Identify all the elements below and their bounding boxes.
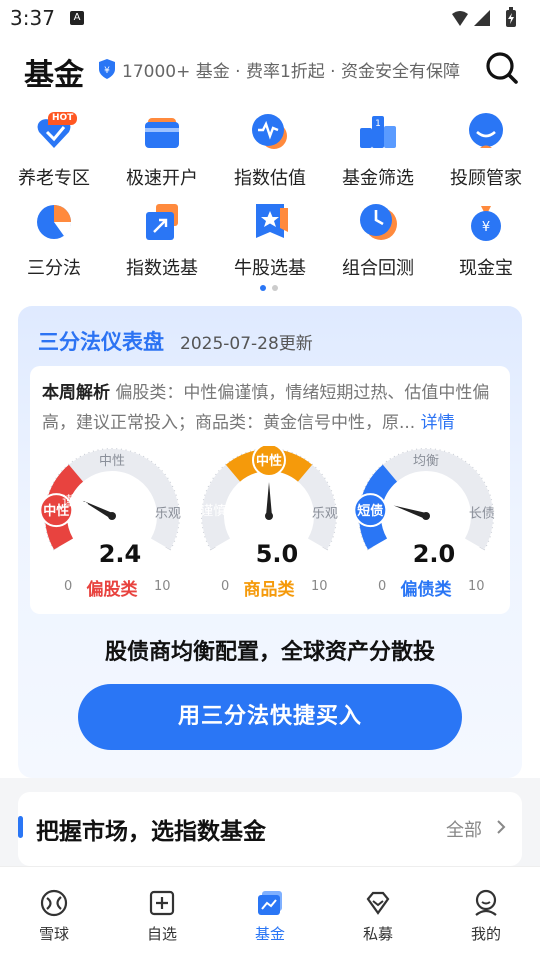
money-bag-icon: ¥ [471,206,501,241]
shortcut-5[interactable]: 投顾管家 [432,112,540,196]
section-accent-bar [18,816,23,838]
search-icon[interactable] [484,50,520,86]
header: 基金 ¥ 17000+ 基金 · 费率1折起 · 资金安全有保障 [0,40,540,96]
card-icon [145,118,179,148]
shortcut-label: 三分法 [27,258,81,279]
shortcut-7[interactable]: 指数选基 [108,202,216,286]
dashboard-title[interactable]: 三分法仪表盘 [38,326,164,356]
user-icon [475,889,497,916]
tab-4[interactable]: 私募 [324,867,432,960]
shortcut-label: 指数选基 [126,258,198,279]
gauge-right-label: 乐观 [312,506,338,521]
shortcut-2[interactable]: 极速开户 [108,112,216,196]
gauge-value: 5.0 [255,540,299,568]
shortcut-label: 极速开户 [126,168,198,189]
shortcut-8[interactable]: 牛股选基 [216,202,324,286]
shortcut-6[interactable]: 三分法 [0,202,108,286]
analysis-more-link[interactable]: 详情 [421,413,455,433]
status-bar: 3:37 A [0,0,540,36]
shortcut-label: 基金筛选 [342,168,414,189]
gauge-3[interactable]: 短债 均衡 长债 2.0 0 偏债类 10 [352,446,500,606]
shortcut-4[interactable]: 1 基金筛选 [324,112,432,196]
shield-icon: ¥ [99,59,115,79]
index-fund-section: 把握市场，选指数基金 全部 [18,792,522,866]
shortcut-10[interactable]: ¥ 现金宝 [432,202,540,286]
shortcut-1[interactable]: HOT 养老专区 [0,112,108,196]
dashboard-slogan: 股债商均衡配置，全球资产分散投 [104,640,435,665]
pulse-icon [252,114,287,149]
gauge-value: 2.4 [98,540,142,568]
shortcut-label: 指数估值 [234,168,306,189]
hot-badge: HOT [48,112,78,125]
gauge-needle [266,482,272,516]
shortcut-label: 组合回测 [342,258,414,279]
status-time: 3:37 [10,6,55,30]
header-slogan: 17000+ 基金 · 费率1折起 · 资金安全有保障 [122,62,460,82]
dashboard-card: 三分法仪表盘 2025-07-28更新 本周解析 偏股类：中性偏谨慎，情绪短期过… [18,306,522,778]
shortcut-label: 牛股选基 [234,258,306,279]
analysis-text: 本周解析 偏股类：中性偏谨慎，情绪短期过热、估值中性偏高，建议正常投入；商品类：… [42,378,502,438]
gauge-max: 10 [311,579,328,594]
shortcut-label: 投顾管家 [450,168,522,189]
chevron-right-icon[interactable] [496,820,506,834]
gauge-right-label: 长债 [469,506,495,521]
status-icons [452,7,516,27]
tab-label: 私募 [362,925,393,943]
podium-icon: 1 [360,116,396,148]
smile-icon [469,113,503,148]
signal-icon [474,10,490,26]
shortcut-label: 现金宝 [459,258,513,279]
gauge-top-label: 均衡 [413,454,439,469]
dashboard-date: 2025-07-28更新 [180,334,313,354]
page-title: 基金 [24,58,84,93]
tab-label: 自选 [146,925,177,943]
gauge-badge-label: 中性 [256,453,282,469]
tab-5[interactable]: 我的 [432,867,540,960]
svg-text:¥: ¥ [104,66,110,76]
section-title: 把握市场，选指数基金 [36,819,266,845]
gauge-badge-label: 短债 [357,503,383,519]
gauge-needle [393,505,427,519]
diamond-icon [366,891,390,915]
gauge-left-label: 谨慎 [62,494,88,509]
gauge-max: 10 [154,579,171,594]
fund-icon [258,891,282,915]
star-badge-icon [256,204,288,238]
gauge-right-label: 乐观 [155,506,181,521]
gauge-max: 10 [468,579,485,594]
svg-text:1: 1 [375,119,381,129]
section-all-link[interactable]: 全部 [446,816,482,842]
shortcut-3[interactable]: 指数估值 [216,112,324,196]
gauge-2[interactable]: 中性 谨慎 乐观 5.0 0 商品类 10 [195,446,343,606]
quick-buy-button[interactable]: 用三分法快捷买入 [78,684,462,750]
tab-3[interactable]: 基金 [216,867,324,960]
clock-icon [360,204,397,240]
tab-2[interactable]: 自选 [108,867,216,960]
notification-icon: A [70,11,84,25]
gauge-top-label: 中性 [99,454,125,469]
page-indicator [260,285,280,291]
arrow-box-icon [146,204,178,240]
tab-label: 基金 [254,925,285,943]
svg-text:¥: ¥ [482,220,490,235]
gauge-left-label: 谨慎 [200,504,226,519]
shortcut-label: 养老专区 [18,168,90,189]
shortcut-9[interactable]: 组合回测 [324,202,432,286]
snowball-icon [40,889,68,917]
tab-label: 雪球 [38,925,69,943]
gauge-1[interactable]: 中性 中性 乐观 谨慎 2.4 0 偏股类 10 [38,446,186,606]
analysis-label: 本周解析 [42,383,110,403]
wifi-icon [452,11,468,26]
plus-box-icon [149,890,175,916]
tab-label: 我的 [470,925,501,943]
analysis-panel: 本周解析 偏股类：中性偏谨慎，情绪短期过热、估值中性偏高，建议正常投入；商品类：… [30,366,510,614]
pie-icon [37,205,72,239]
bottom-tab-bar: 雪球 自选 基金 私募 我的 [0,866,540,960]
gauge-value: 2.0 [412,540,456,568]
tab-1[interactable]: 雪球 [0,867,108,960]
